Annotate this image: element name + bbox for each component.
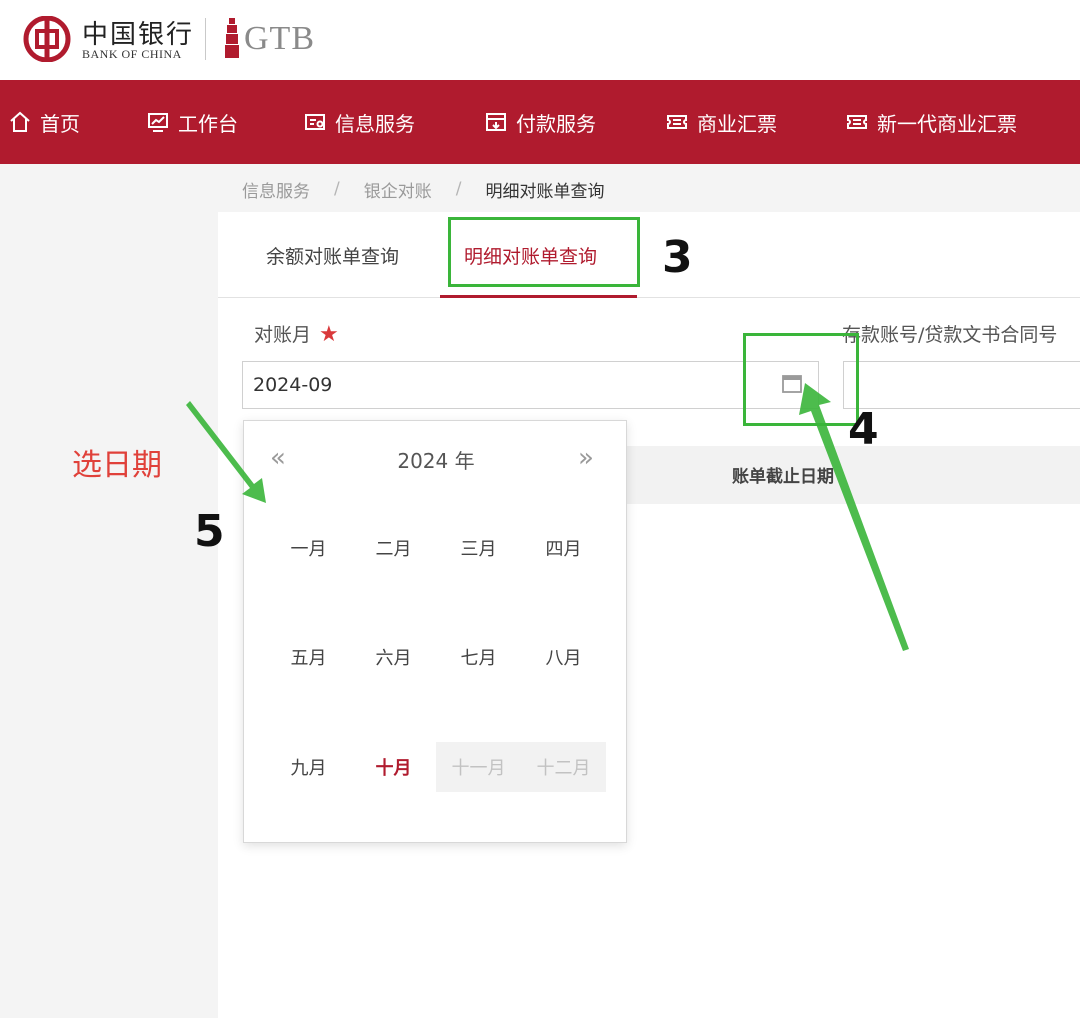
breadcrumb-current: 明细对账单查询 [485,181,605,202]
breadcrumb: 信息服务 / 银企对账 / 明细对账单查询 [242,177,605,202]
month-picker-popup: « 2024 年 » 一月 二月 三月 四月 五月 六月 七月 八月 九月 十月… [243,420,627,843]
tab-divider [218,297,1080,298]
main-navigation: 首页 工作台 信息服务 付款服务 商业汇票 新一代商业汇票 [0,80,1080,164]
nav-label: 信息服务 [335,111,415,136]
annotation-note-pick-date: 选日期 [72,448,162,483]
nav-item-commercial-bill[interactable]: 商业汇票 [665,80,777,164]
nav-label: 首页 [40,111,80,136]
nav-item-payment-service[interactable]: 付款服务 [484,80,596,164]
nav-item-info-service[interactable]: 信息服务 [303,80,415,164]
statement-month-label-text: 对账月 [254,324,312,346]
nav-item-new-commercial-bill[interactable]: 新一代商业汇票 [845,80,1017,164]
month-cell[interactable]: 六月 [351,632,436,682]
month-cell[interactable]: 二月 [351,523,436,573]
home-icon [10,111,30,132]
gtb-wordmark: GTB [244,20,315,57]
info-service-icon [305,114,325,130]
gtb-tower-icon [225,18,239,58]
nav-label: 商业汇票 [697,111,777,136]
month-cell[interactable]: 八月 [521,632,606,682]
annotation-box-step-3 [448,217,640,287]
picker-year-label[interactable]: 2024 年 [244,445,628,474]
brand-header: 中国银行 BANK OF CHINA GTB [0,0,1080,80]
month-cell-current[interactable]: 十月 [351,742,436,792]
nav-label: 工作台 [178,111,238,136]
statement-month-label: 对账月 ★ [254,320,339,347]
breadcrumb-item[interactable]: 信息服务 [242,177,310,202]
month-cell[interactable]: 九月 [266,742,351,792]
bank-name-chinese: 中国银行 [82,20,195,50]
nav-item-workbench[interactable]: 工作台 [146,80,238,164]
ticket-icon [667,115,687,129]
account-number-input[interactable] [843,361,1080,409]
ticket-icon [847,115,867,129]
month-cell[interactable]: 七月 [436,632,521,682]
bank-of-china-logo-icon [23,16,71,62]
payment-icon [486,113,506,131]
annotation-number-4: 4 [848,404,879,455]
annotation-number-3: 3 [662,232,693,283]
annotation-box-step-4 [743,333,859,426]
brand-divider [205,18,206,60]
dashboard-icon [148,113,168,132]
month-cell[interactable]: 四月 [521,523,606,573]
nav-label: 付款服务 [516,111,596,136]
tab-active-indicator [440,295,637,298]
nav-label: 新一代商业汇票 [877,111,1017,136]
breadcrumb-separator: / [455,179,462,199]
required-star-icon: ★ [319,322,339,347]
month-cell[interactable]: 三月 [436,523,521,573]
month-cell-disabled: 十一月 [436,742,521,792]
account-number-label: 存款账号/贷款文书合同号 [842,324,1058,346]
month-cell[interactable]: 五月 [266,632,351,682]
nav-item-home[interactable]: 首页 [8,80,80,164]
month-cell-disabled: 十二月 [521,742,606,792]
column-header-cutoff-date: 账单截止日期 [732,467,834,487]
month-cell[interactable]: 一月 [266,523,351,573]
breadcrumb-separator: / [334,179,340,199]
bank-name-english: BANK OF CHINA [82,47,182,61]
statement-month-input[interactable]: 2024-09 [242,361,819,409]
breadcrumb-item[interactable]: 银企对账 [364,177,432,202]
statement-month-value: 2024-09 [253,374,333,396]
left-sidebar [0,164,218,1018]
app-root: 中国银行 BANK OF CHINA GTB 首页 工作台 信息服务 付款服务 [0,0,1080,1018]
annotation-number-5: 5 [194,506,225,557]
tab-balance-statement[interactable]: 余额对账单查询 [266,242,399,269]
next-year-button[interactable]: » [578,443,594,473]
